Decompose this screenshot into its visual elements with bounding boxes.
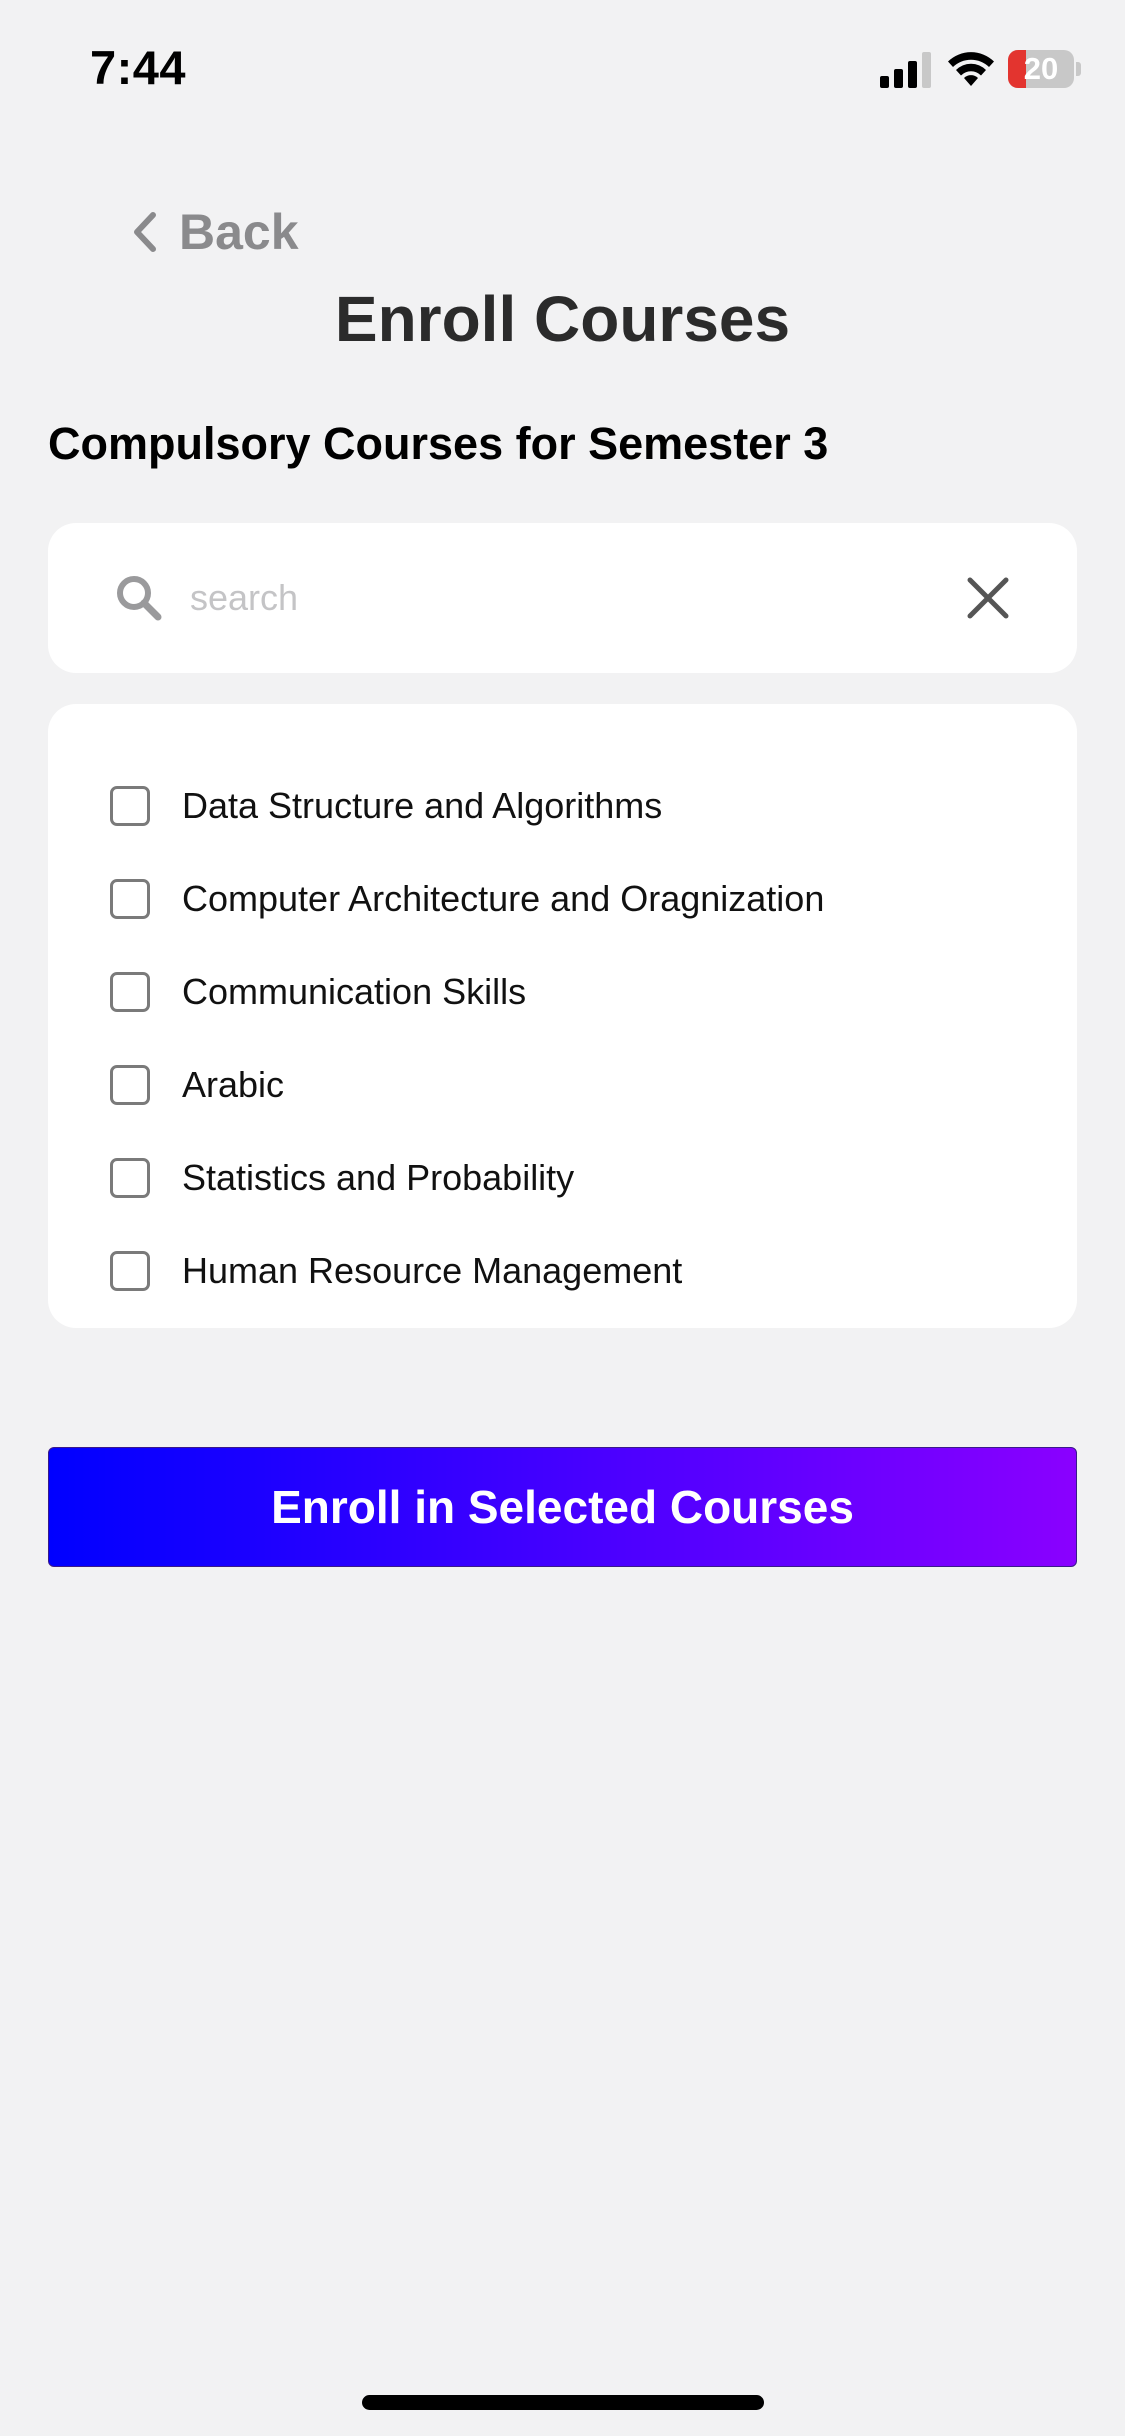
course-checkbox[interactable] xyxy=(110,878,150,919)
home-indicator[interactable] xyxy=(362,2395,764,2410)
course-list: Data Structure and Algorithms Computer A… xyxy=(110,759,824,1317)
back-label: Back xyxy=(179,204,299,260)
course-item[interactable]: Human Resource Management xyxy=(110,1224,824,1317)
battery-cap xyxy=(1076,62,1081,76)
course-checkbox[interactable] xyxy=(110,1250,150,1291)
back-button[interactable]: Back xyxy=(125,200,299,264)
course-item[interactable]: Arabic xyxy=(110,1038,824,1131)
course-list-card: Data Structure and Algorithms Computer A… xyxy=(48,704,1077,1328)
course-checkbox[interactable] xyxy=(110,971,150,1012)
close-icon[interactable] xyxy=(964,574,1012,622)
course-label: Computer Architecture and Oragnization xyxy=(182,877,825,919)
course-checkbox[interactable] xyxy=(110,785,150,826)
page-title: Enroll Courses xyxy=(334,283,791,355)
status-bar: 7:44 20 xyxy=(0,0,1125,140)
course-label: Human Resource Management xyxy=(182,1249,683,1291)
course-label: Arabic xyxy=(182,1063,285,1105)
battery-level: 20 xyxy=(1023,51,1059,86)
course-item[interactable]: Statistics and Probability xyxy=(110,1131,824,1224)
enroll-button[interactable]: Enroll in Selected Courses xyxy=(48,1447,1077,1567)
status-time: 7:44 xyxy=(90,41,187,94)
search-icon xyxy=(117,576,162,621)
chevron-left-icon xyxy=(134,212,156,252)
course-checkbox[interactable] xyxy=(110,1157,150,1198)
wifi-icon xyxy=(948,52,994,86)
section-title: Compulsory Courses for Semester 3 xyxy=(48,418,829,469)
course-label: Data Structure and Algorithms xyxy=(182,784,663,826)
cellular-signal-icon xyxy=(880,52,931,88)
course-item[interactable]: Communication Skills xyxy=(110,945,824,1038)
course-label: Statistics and Probability xyxy=(182,1156,575,1198)
course-item[interactable]: Data Structure and Algorithms xyxy=(110,759,824,852)
search-bar xyxy=(48,523,1077,673)
course-item[interactable]: Computer Architecture and Oragnization xyxy=(110,852,824,945)
battery-body: 20 xyxy=(1008,50,1074,88)
course-label: Communication Skills xyxy=(182,970,527,1012)
battery-indicator: 20 xyxy=(1008,50,1081,88)
search-input[interactable] xyxy=(190,568,970,628)
course-checkbox[interactable] xyxy=(110,1064,150,1105)
